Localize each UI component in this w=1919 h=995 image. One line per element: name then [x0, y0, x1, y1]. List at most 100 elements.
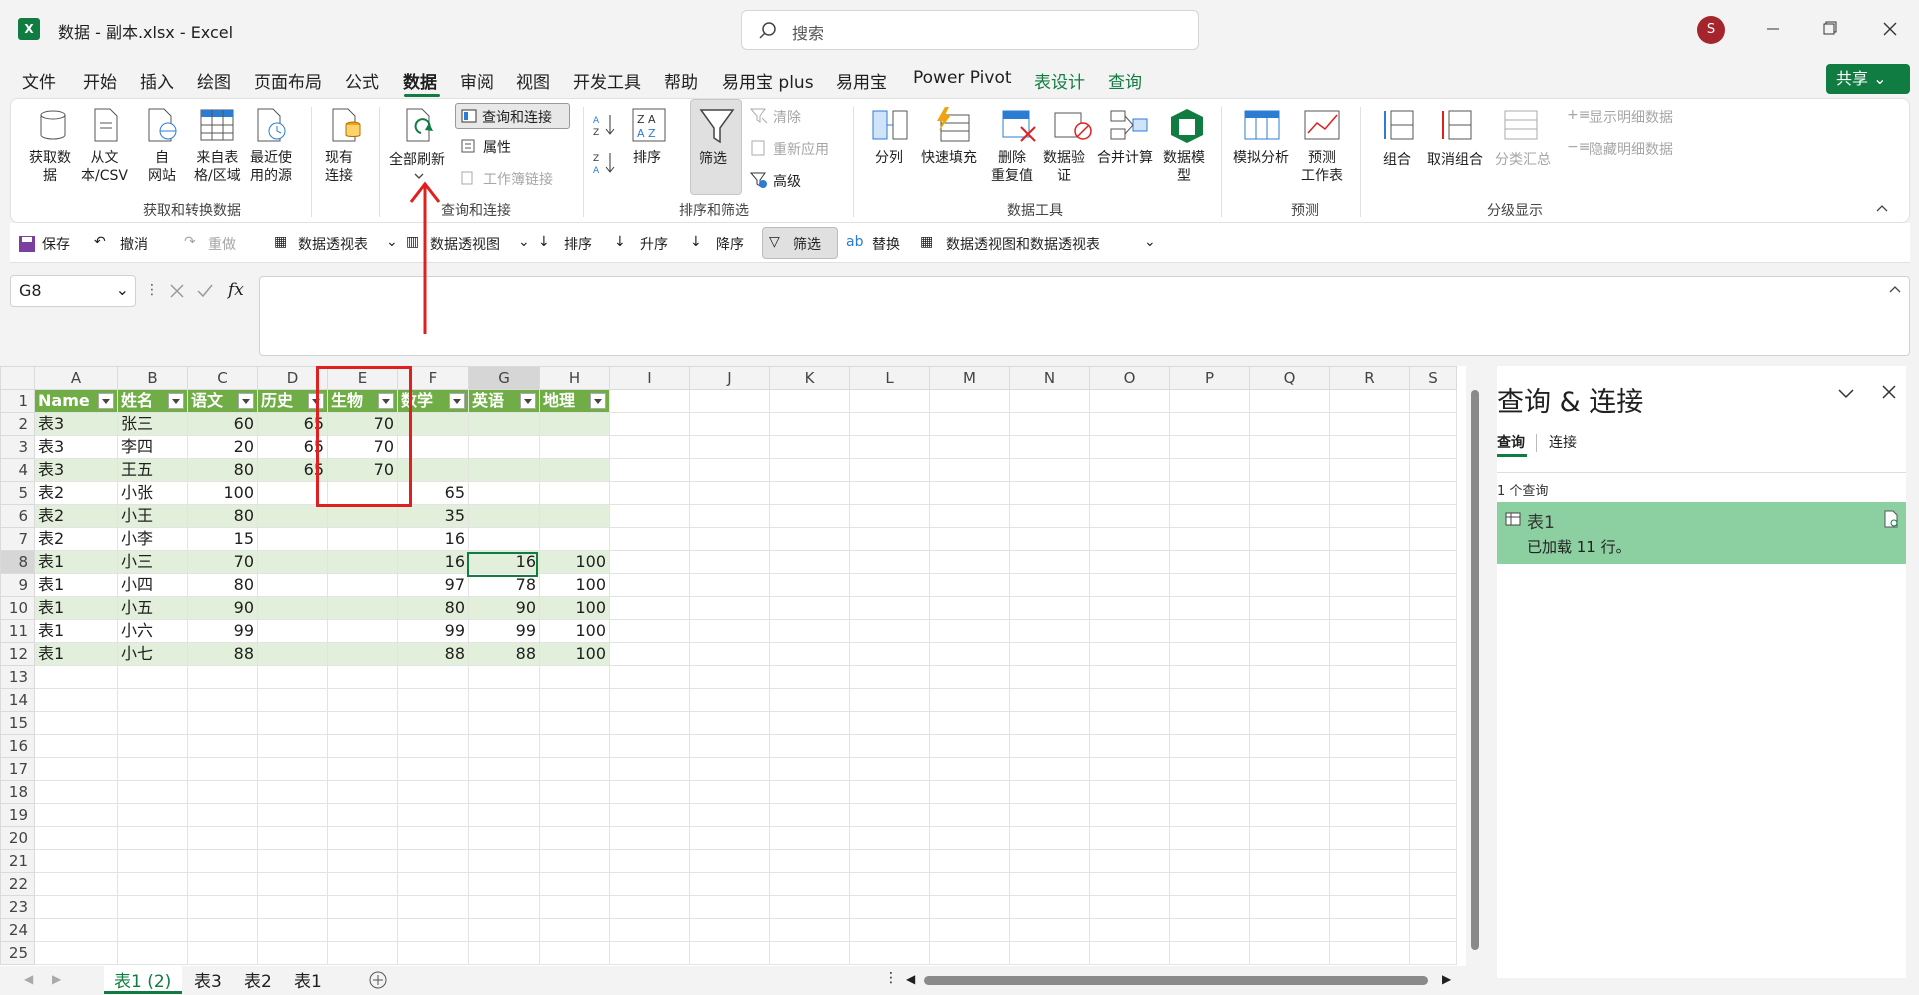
tab-connections[interactable]: 连接	[1549, 432, 1577, 452]
cell[interactable]	[1249, 642, 1330, 666]
cell[interactable]	[1409, 757, 1457, 781]
existing-connections-button[interactable]: 现有 连接	[325, 149, 353, 185]
cell[interactable]	[689, 895, 770, 919]
qat-asc-button[interactable]: 升序	[640, 234, 668, 254]
cell[interactable]	[1169, 389, 1250, 413]
row-header[interactable]: 19	[0, 803, 35, 827]
cell[interactable]	[1089, 435, 1170, 459]
cell[interactable]: 60	[187, 412, 258, 436]
cell[interactable]	[397, 918, 469, 942]
cell[interactable]	[609, 711, 690, 735]
close-icon[interactable]	[1881, 384, 1897, 400]
row-header[interactable]: 13	[0, 665, 35, 689]
qat-desc-button[interactable]: 降序	[716, 234, 744, 254]
cell[interactable]	[1249, 780, 1330, 804]
tab-table-design[interactable]: 表设计	[1034, 68, 1085, 93]
tab-page-layout[interactable]: 页面布局	[254, 68, 322, 93]
search-box[interactable]: 搜索	[741, 10, 1199, 50]
flash-fill-button[interactable]: 快速填充	[921, 149, 977, 167]
cell[interactable]	[849, 895, 930, 919]
cell[interactable]	[187, 757, 258, 781]
cell[interactable]	[929, 665, 1010, 689]
database-icon[interactable]	[35, 107, 71, 143]
cell[interactable]	[609, 849, 690, 873]
scroll-left-icon[interactable]: ◀	[906, 972, 915, 986]
cell[interactable]	[257, 527, 328, 551]
cell[interactable]	[1409, 803, 1457, 827]
cell[interactable]	[34, 757, 118, 781]
cell[interactable]	[539, 826, 610, 850]
cell[interactable]: 小四	[117, 573, 188, 597]
customize-qat-icon[interactable]: ⌄	[1144, 234, 1156, 250]
cell[interactable]	[1009, 711, 1090, 735]
cell[interactable]: 表2	[34, 527, 118, 551]
cell[interactable]	[1089, 803, 1170, 827]
cell[interactable]	[34, 918, 118, 942]
cell[interactable]	[34, 711, 118, 735]
cell[interactable]	[1089, 872, 1170, 896]
vertical-scrollbar[interactable]	[1466, 366, 1484, 966]
cell[interactable]	[769, 711, 850, 735]
column-header[interactable]: L	[849, 366, 930, 390]
cell[interactable]: 100	[539, 550, 610, 574]
cell[interactable]	[468, 665, 540, 689]
cell[interactable]: 80	[397, 596, 469, 620]
cell[interactable]	[849, 757, 930, 781]
cell[interactable]	[1009, 550, 1090, 574]
cell[interactable]	[117, 665, 188, 689]
cell[interactable]	[327, 665, 398, 689]
from-table-button[interactable]: 来自表 格/区域	[194, 149, 241, 185]
qat-redo-button[interactable]: 重做	[208, 234, 236, 254]
cell[interactable]	[1009, 458, 1090, 482]
cell[interactable]	[397, 665, 469, 689]
cell[interactable]	[1009, 941, 1090, 965]
cell[interactable]	[689, 803, 770, 827]
advanced-button[interactable]: 高级	[773, 171, 801, 191]
cell[interactable]	[609, 504, 690, 528]
cell[interactable]	[1009, 688, 1090, 712]
cell[interactable]	[117, 734, 188, 758]
cell[interactable]	[849, 642, 930, 666]
cell[interactable]	[1329, 780, 1410, 804]
cell[interactable]	[1409, 918, 1457, 942]
cell[interactable]	[1009, 918, 1090, 942]
cell[interactable]	[1329, 688, 1410, 712]
cell[interactable]	[689, 757, 770, 781]
cell[interactable]: 16	[397, 527, 469, 551]
cell[interactable]	[397, 688, 469, 712]
cell[interactable]	[1089, 642, 1170, 666]
cell[interactable]	[689, 412, 770, 436]
cell[interactable]	[849, 573, 930, 597]
cell[interactable]	[1169, 918, 1250, 942]
tab-view[interactable]: 视图	[516, 68, 550, 93]
data-validation-button[interactable]: 数据验 证	[1043, 149, 1085, 185]
cell[interactable]: 90	[468, 596, 540, 620]
row-header[interactable]: 7	[0, 527, 35, 551]
cell[interactable]	[689, 481, 770, 505]
cell[interactable]	[397, 757, 469, 781]
cell[interactable]	[689, 642, 770, 666]
tab-yiyongbao[interactable]: 易用宝	[836, 68, 887, 93]
cell[interactable]	[849, 780, 930, 804]
cell[interactable]: 20	[187, 435, 258, 459]
cell[interactable]	[468, 895, 540, 919]
cell[interactable]	[1409, 711, 1457, 735]
cell[interactable]	[117, 803, 188, 827]
cell[interactable]	[1409, 688, 1457, 712]
properties-button[interactable]: 属性	[483, 137, 511, 157]
cell[interactable]	[1249, 596, 1330, 620]
row-header[interactable]: 18	[0, 780, 35, 804]
cell[interactable]	[609, 481, 690, 505]
cell[interactable]	[849, 412, 930, 436]
cell[interactable]	[34, 803, 118, 827]
filter-dropdown-icon[interactable]	[590, 393, 606, 409]
cell[interactable]	[1169, 711, 1250, 735]
cell[interactable]	[117, 780, 188, 804]
cell[interactable]: 99	[187, 619, 258, 643]
cell[interactable]	[257, 826, 328, 850]
cell[interactable]	[1249, 619, 1330, 643]
cell[interactable]	[1009, 757, 1090, 781]
cell[interactable]	[849, 596, 930, 620]
row-header[interactable]: 11	[0, 619, 35, 643]
name-box[interactable]: G8 ⌄	[10, 275, 136, 307]
